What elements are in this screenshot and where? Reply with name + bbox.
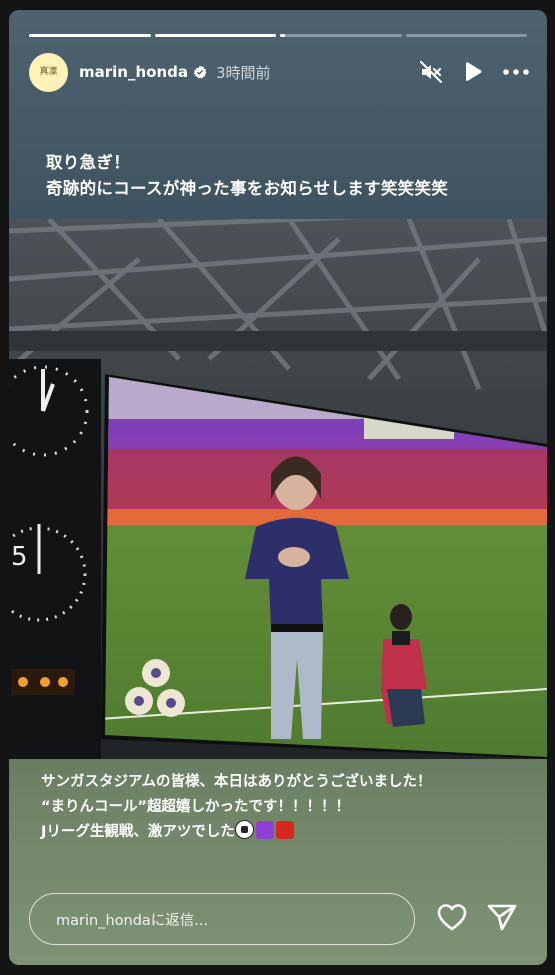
story-progress <box>29 34 527 37</box>
scoreboard-digit: 5 <box>11 542 28 572</box>
avatar-text: 真凜 <box>39 67 58 77</box>
username-link[interactable]: marin_honda <box>79 63 188 81</box>
caption-line: 奇跡的にコースが神った事をお知らせします笑笑笑笑 <box>46 179 449 198</box>
avatar[interactable]: 真凜 <box>29 52 68 92</box>
story-caption-bottom: サンガスタジアムの皆様、本日はありがとうございました！ “まりんコール”超超嬉し… <box>41 770 431 845</box>
reply-placeholder: marin_hondaに返信... <box>56 912 209 929</box>
purple-square-emoji <box>255 821 274 839</box>
caption-line: “まりんコール”超超嬉しかったです！！！！！ <box>41 799 351 815</box>
post-time: 3時間前 <box>216 63 271 82</box>
reply-input[interactable]: marin_hondaに返信... <box>29 893 415 945</box>
progress-segment <box>405 34 527 37</box>
progress-segment <box>29 34 151 37</box>
send-message-icon[interactable] <box>487 903 517 931</box>
caption-line: 取り急ぎ！ <box>46 153 130 172</box>
story-photo: 5 <box>9 219 547 759</box>
progress-segment <box>280 34 402 37</box>
verified-badge-icon <box>193 65 207 79</box>
caption-line: Jリーグ生観戦、激アツでした <box>41 820 431 845</box>
caption-line: サンガスタジアムの皆様、本日はありがとうございました！ <box>41 774 432 790</box>
soccer-ball-emoji <box>234 820 254 839</box>
story-caption-top: 取り急ぎ！ 奇跡的にコースが神った事をお知らせします笑笑笑笑 <box>46 150 448 202</box>
progress-segment <box>154 34 276 37</box>
mute-icon[interactable] <box>419 60 443 84</box>
story-viewer[interactable]: 真凜 marin_honda 3時間前 取り急ぎ！ 奇跡的にコースが神った事をお… <box>9 10 547 965</box>
play-icon[interactable] <box>463 61 483 83</box>
red-square-emoji <box>275 821 294 839</box>
story-header: 真凜 marin_honda 3時間前 <box>29 52 529 92</box>
more-options-icon[interactable] <box>503 69 529 75</box>
like-heart-icon[interactable] <box>437 903 467 931</box>
